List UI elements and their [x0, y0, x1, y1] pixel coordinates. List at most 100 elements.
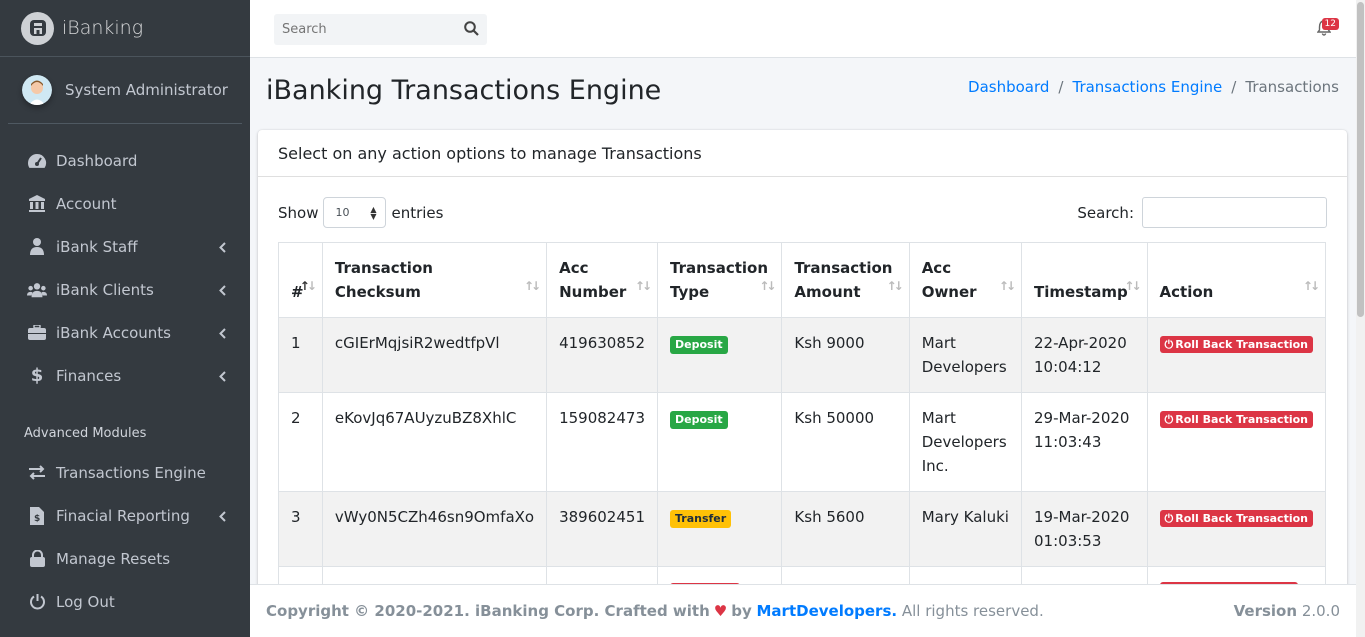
briefcase-icon: [27, 323, 47, 343]
sort-icon: ↑↓: [523, 279, 541, 293]
users-icon: [27, 280, 47, 300]
chevron-left-icon: [219, 239, 226, 257]
sidebar-item-label: Log Out: [56, 592, 115, 611]
sidebar-item-label: iBank Accounts: [56, 323, 171, 342]
sidebar-item-log-out[interactable]: Log Out: [0, 580, 250, 623]
sort-icon: ↑↓: [634, 279, 652, 293]
user-name[interactable]: System Administrator: [65, 81, 228, 99]
entries-select[interactable]: 10 ▲ ▼: [323, 197, 387, 228]
type-badge: Transfer: [670, 510, 732, 528]
rollback-button[interactable]: ⏻ Roll Back Transaction: [1159, 411, 1313, 428]
cell-amount: Ksh 50000: [781, 392, 910, 492]
svg-text:$: $: [34, 514, 40, 524]
timestamp-date: 22-Apr-2020: [1034, 334, 1127, 352]
column-header-label: Transaction Amount: [794, 259, 893, 301]
footer-author-link[interactable]: MartDevelopers.: [757, 602, 898, 620]
transactions-card: Select on any action options to manage T…: [258, 130, 1347, 590]
search-input[interactable]: [274, 14, 454, 45]
type-badge: Deposit: [670, 411, 728, 429]
column-header-number[interactable]: # ↑↓: [278, 242, 323, 318]
top-navbar: 12: [250, 0, 1365, 58]
cell-acc-number: 389602451: [546, 491, 658, 567]
cell-action: ⏻ Roll Back Transaction: [1146, 317, 1327, 393]
cell-owner: Mart Developers Inc.: [908, 392, 1023, 492]
page-title: iBanking Transactions Engine: [266, 75, 662, 106]
cell-owner: Mary Kaluki: [908, 491, 1023, 567]
sidebar-item-label: Finacial Reporting: [56, 506, 190, 525]
column-header-timestamp[interactable]: Timestamp ↑↓: [1021, 242, 1148, 318]
breadcrumb-dashboard[interactable]: Dashboard: [968, 78, 1049, 96]
sidebar-item-ibank-clients[interactable]: iBank Clients: [0, 268, 250, 311]
rollback-label: Roll Back Transaction: [1175, 413, 1308, 426]
scrollbar[interactable]: [1356, 0, 1365, 637]
lock-icon: [27, 549, 47, 569]
file-invoice-icon: $: [27, 506, 47, 526]
column-header-checksum[interactable]: Transaction Checksum ↑↓: [321, 242, 548, 318]
sidebar: iBanking System Administrator Dashboard …: [0, 0, 250, 637]
sidebar-item-manage-resets[interactable]: Manage Resets: [0, 537, 250, 580]
power-icon: [27, 592, 47, 612]
column-header-owner[interactable]: Acc Owner ↑↓: [908, 242, 1023, 318]
timestamp-date: 19-Mar-2020: [1034, 508, 1130, 526]
sidebar-item-dashboard[interactable]: Dashboard: [0, 139, 250, 182]
cell-number: 2: [278, 392, 323, 492]
chevron-left-icon: [219, 508, 226, 526]
table-search-input[interactable]: [1142, 197, 1327, 228]
heart-icon: ♥: [713, 602, 728, 620]
scrollbar-thumb[interactable]: [1357, 2, 1364, 317]
building-icon: [27, 194, 47, 214]
breadcrumb-separator: /: [1231, 78, 1237, 96]
sidebar-item-transactions-engine[interactable]: Transactions Engine: [0, 451, 250, 494]
rollback-button[interactable]: ⏻ Roll Back Transaction: [1159, 510, 1313, 527]
search-icon[interactable]: [464, 21, 479, 40]
timestamp-time: 10:04:12: [1034, 358, 1102, 376]
sidebar-item-ibank-accounts[interactable]: iBank Accounts: [0, 311, 250, 354]
type-badge: Deposit: [670, 336, 728, 354]
user-panel[interactable]: System Administrator: [8, 57, 242, 124]
sort-icon: ↑↓: [886, 279, 904, 293]
cell-checksum: cGIErMqjsiR2wedtfpVl: [321, 317, 548, 393]
sidebar-item-label: iBank Clients: [56, 280, 154, 299]
column-header-amount[interactable]: Transaction Amount ↑↓: [781, 242, 910, 318]
sidebar-item-financial-reporting[interactable]: $ Finacial Reporting: [0, 494, 250, 537]
sidebar-item-account[interactable]: Account: [0, 182, 250, 225]
cell-type: Transfer: [656, 491, 783, 567]
footer-by: by: [731, 602, 752, 620]
cell-acc-number: 159082473: [546, 392, 658, 492]
column-header-acc-number[interactable]: Acc Number ↑↓: [546, 242, 658, 318]
cell-timestamp: 19-Mar-2020 01:03:53: [1021, 491, 1148, 567]
chevron-left-icon: [219, 325, 226, 343]
sidebar-section-header: Advanced Modules: [24, 425, 147, 441]
table-row: 2 eKovJq67AUyzuBZ8XhlC 159082473 Deposit…: [278, 392, 1327, 492]
chevron-left-icon: [219, 282, 226, 300]
brand-link[interactable]: iBanking: [0, 0, 250, 57]
timestamp-time: 01:03:53: [1034, 532, 1102, 550]
footer-version: Version 2.0.0: [1234, 602, 1340, 620]
show-label: Show: [278, 203, 319, 222]
table-search: Search:: [1077, 197, 1327, 228]
breadcrumb-transactions-engine[interactable]: Transactions Engine: [1072, 78, 1222, 96]
chevron-left-icon: [219, 368, 226, 386]
column-header-label: Transaction Type: [670, 259, 769, 301]
table-row: 3 vWy0N5CZh46sn9OmfaXo 389602451 Transfe…: [278, 491, 1327, 567]
breadcrumb-active: Transactions: [1245, 78, 1339, 96]
column-header-label: Transaction Checksum: [334, 259, 433, 301]
exchange-icon: [27, 463, 47, 483]
entries-label: entries: [391, 203, 444, 222]
column-header-action[interactable]: Action ↑↓: [1146, 242, 1327, 318]
sidebar-item-label: Manage Resets: [56, 549, 171, 568]
brand-name: iBanking: [62, 17, 144, 39]
card-header: Select on any action options to manage T…: [258, 130, 1347, 177]
sidebar-item-ibank-staff[interactable]: iBank Staff: [0, 225, 250, 268]
breadcrumb: Dashboard / Transactions Engine / Transa…: [968, 78, 1339, 96]
sort-icon: ↑↓: [1124, 279, 1141, 293]
rollback-button[interactable]: ⏻ Roll Back Transaction: [1159, 336, 1313, 353]
sidebar-item-label: Finances: [56, 366, 122, 385]
sidebar-nav: Dashboard Account iBank Staff iBank Clie…: [0, 139, 250, 623]
sort-icon: ↑↓: [998, 279, 1016, 293]
version-number: 2.0.0: [1301, 602, 1340, 620]
cell-checksum: eKovJq67AUyzuBZ8XhlC: [321, 392, 548, 492]
column-header-type[interactable]: Transaction Type ↑↓: [656, 242, 783, 318]
sidebar-item-finances[interactable]: $ Finances: [0, 354, 250, 397]
timestamp-date: 29-Mar-2020: [1034, 409, 1130, 427]
